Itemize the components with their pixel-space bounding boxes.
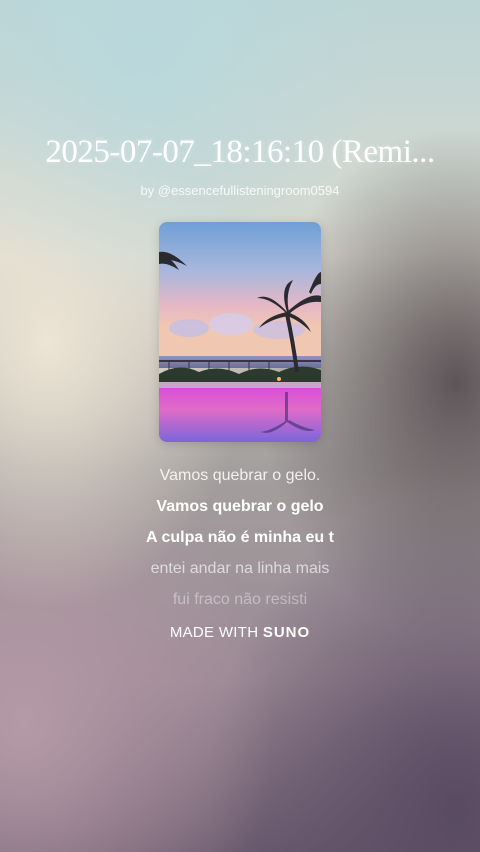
watermark-prefix: MADE WITH	[169, 624, 259, 641]
lyrics-panel: Vamos quebrar o gelo. Vamos quebrar o ge…	[0, 460, 480, 615]
cover-artwork	[159, 222, 321, 442]
lyric-line-previous: Vamos quebrar o gelo.	[159, 467, 321, 484]
lyric-line-current: Vamos quebrar o gelo	[156, 498, 324, 515]
lyric-line-upcoming: fui fraco não resisti	[172, 591, 308, 608]
song-title: 2025-07-07_18:16:10 (Remi...	[45, 134, 435, 170]
lyric-line-current-continued: A culpa não é minha eu t	[146, 529, 334, 546]
made-with-suno-watermark: MADE WITH SUNO	[0, 624, 480, 641]
album-cover	[159, 222, 321, 442]
lyric-line-next: entei andar na linha mais	[150, 560, 330, 577]
suno-logo: SUNO	[262, 624, 311, 641]
artist-byline[interactable]: by @essencefullisteningroom0594	[0, 183, 480, 198]
